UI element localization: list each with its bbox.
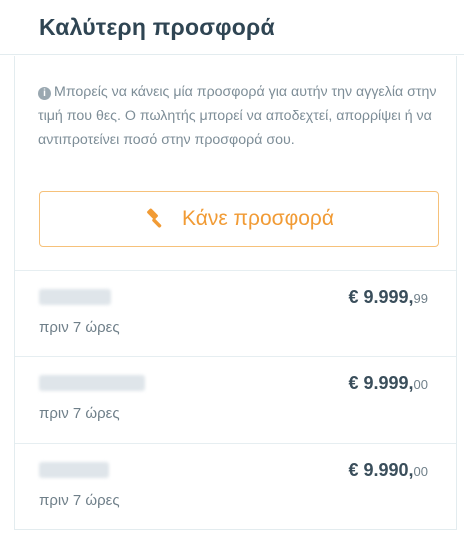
best-offer-card: i Μπορείς να κάνεις μία προσφορά για αυτή… — [14, 56, 457, 530]
bid-price-cents: 00 — [413, 377, 428, 392]
section-title: Καλύτερη προσφορά — [39, 13, 275, 40]
bid-price-main: € 9.990, — [348, 460, 414, 480]
make-offer-label: Κάνε προσφορά — [181, 207, 335, 230]
bid-row: πριν 7 ώρες € 9.999,99 — [15, 271, 456, 367]
bid-price-main: € 9.999, — [348, 287, 414, 307]
offer-info-message: Μπορείς να κάνεις μία προσφορά για αυτήν… — [38, 84, 437, 148]
bid-price-main: € 9.999, — [348, 373, 414, 393]
bid-time: πριν 7 ώρες — [39, 492, 120, 509]
bid-price: € 9.990,00 — [348, 460, 428, 481]
bidder-name-blurred — [39, 375, 145, 391]
bidder-name-blurred — [39, 289, 111, 305]
bid-row: πριν 7 ώρες € 9.990,00 — [15, 444, 456, 540]
bid-time: πριν 7 ώρες — [39, 319, 120, 336]
offer-info-text: i Μπορείς να κάνεις μία προσφορά για αυτή… — [38, 80, 438, 152]
bidder-name-blurred — [39, 462, 109, 478]
info-circle-icon: i — [38, 87, 51, 100]
section-header: Καλύτερη προσφορά — [0, 0, 464, 55]
gavel-icon — [147, 208, 162, 228]
bid-row: πριν 7 ώρες € 9.999,00 — [15, 357, 456, 453]
bid-price-cents: 99 — [413, 291, 428, 306]
make-offer-button[interactable]: Κάνε προσφορά — [39, 191, 439, 247]
bid-price: € 9.999,00 — [348, 373, 428, 394]
bid-price-cents: 00 — [413, 464, 428, 479]
bid-price: € 9.999,99 — [348, 287, 428, 308]
bid-time: πριν 7 ώρες — [39, 405, 120, 422]
